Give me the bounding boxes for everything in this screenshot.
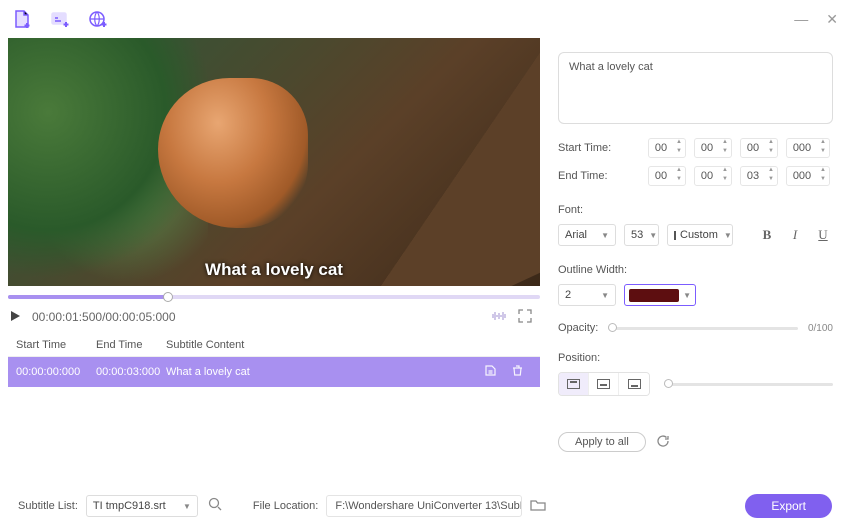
font-family-select[interactable]: Arial▼ [558, 224, 616, 246]
add-file-icon[interactable] [12, 9, 32, 29]
folder-icon[interactable] [530, 498, 546, 515]
close-button[interactable]: ✕ [826, 11, 838, 28]
italic-button[interactable]: I [785, 224, 805, 246]
end-time-label: End Time: [558, 170, 648, 182]
file-location-field[interactable]: F:\Wondershare UniConverter 13\SubEdi [326, 495, 522, 517]
subtitle-list-select[interactable]: TI tmpC918.srt▼ [86, 495, 198, 517]
font-label: Font: [558, 204, 833, 216]
preview-subtitle-overlay: What a lovely cat [205, 260, 343, 280]
playback-time: 00:00:01:500/00:00:05:000 [32, 310, 176, 324]
edit-row-icon[interactable] [484, 364, 497, 380]
subtitle-table-row[interactable]: 00:00:00:000 00:00:03:000 What a lovely … [8, 357, 540, 387]
position-label: Position: [558, 352, 833, 364]
opacity-label: Opacity: [558, 322, 598, 334]
start-minutes-field[interactable]: 00▲▼ [694, 138, 732, 158]
opacity-slider[interactable] [608, 327, 798, 330]
web-subtitle-icon[interactable] [88, 9, 108, 29]
font-size-select[interactable]: 53▼ [624, 224, 659, 246]
outline-width-select[interactable]: 2▼ [558, 284, 616, 306]
start-time-label: Start Time: [558, 142, 648, 154]
subtitle-list-label: Subtitle List: [18, 500, 78, 512]
search-icon[interactable] [208, 497, 223, 515]
fullscreen-icon[interactable] [518, 309, 532, 326]
waveform-icon[interactable] [490, 309, 508, 326]
export-button[interactable]: Export [745, 494, 832, 518]
minimize-button[interactable]: — [794, 11, 808, 28]
outline-color-select[interactable]: ▼ [624, 284, 696, 306]
delete-row-icon[interactable] [511, 364, 524, 380]
position-slider[interactable] [664, 383, 833, 386]
end-hours-field[interactable]: 00▲▼ [648, 166, 686, 186]
seek-bar[interactable] [8, 292, 540, 302]
end-minutes-field[interactable]: 00▲▼ [694, 166, 732, 186]
font-color-select[interactable]: Custom▼ [667, 224, 733, 246]
opacity-value: 0/100 [808, 323, 833, 334]
start-hours-field[interactable]: 00▲▼ [648, 138, 686, 158]
bold-button[interactable]: B [757, 224, 777, 246]
position-bottom-button[interactable] [619, 373, 649, 395]
add-subtitle-icon[interactable] [50, 9, 70, 29]
end-ms-field[interactable]: 000▲▼ [786, 166, 830, 186]
position-middle-button[interactable] [589, 373, 619, 395]
apply-to-all-button[interactable]: Apply to all [558, 432, 646, 452]
start-ms-field[interactable]: 000▲▼ [786, 138, 830, 158]
reset-icon[interactable] [656, 434, 670, 451]
file-location-label: File Location: [253, 500, 318, 512]
position-top-button[interactable] [559, 373, 589, 395]
underline-button[interactable]: U [813, 224, 833, 246]
play-button[interactable] [8, 309, 22, 326]
video-preview: What a lovely cat [8, 38, 540, 286]
outline-width-label: Outline Width: [558, 264, 833, 276]
subtitle-table-header: Start Time End Time Subtitle Content [8, 334, 540, 357]
start-seconds-field[interactable]: 00▲▼ [740, 138, 778, 158]
subtitle-text-input[interactable] [558, 52, 833, 124]
end-seconds-field[interactable]: 03▲▼ [740, 166, 778, 186]
